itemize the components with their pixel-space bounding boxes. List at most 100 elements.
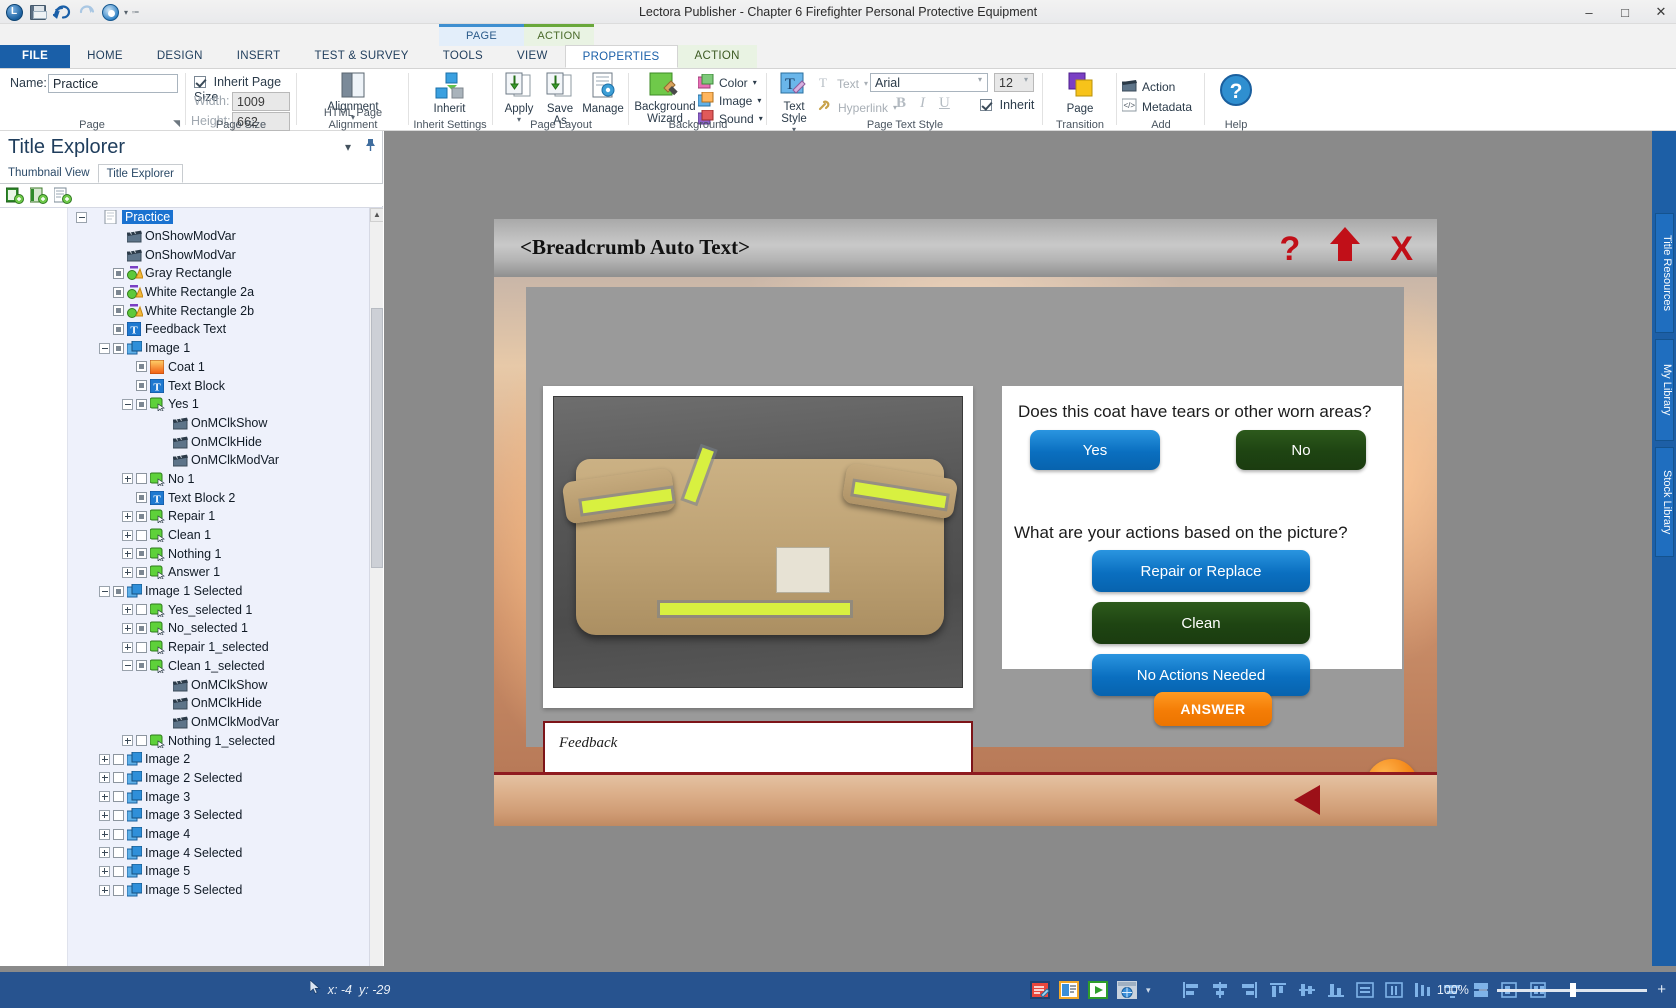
tree-item[interactable]: Image 5 [68, 862, 369, 881]
zoom-slider[interactable] [1497, 983, 1648, 997]
tree-item[interactable]: OnMClkModVar [68, 713, 369, 732]
tree-expander[interactable] [122, 548, 133, 560]
tree-visibility-checkbox[interactable] [113, 865, 124, 877]
tree-visibility-checkbox[interactable] [136, 660, 147, 672]
minimize-button[interactable]: – [1578, 5, 1600, 20]
tab-thumbnail-view[interactable]: Thumbnail View [0, 164, 98, 183]
tab-tools[interactable]: TOOLS [426, 45, 500, 68]
hyperlink-item[interactable]: Hyperlink ▾ [818, 98, 897, 117]
tree-visibility-checkbox[interactable] [113, 342, 124, 354]
background-color-item[interactable]: Color ▾ [697, 73, 757, 92]
tree-item[interactable]: Nothing 1_selected [68, 731, 369, 750]
tree-visibility-checkbox[interactable] [113, 323, 124, 335]
scroll-thumb[interactable] [371, 308, 383, 568]
tab-action[interactable]: ACTION [677, 45, 757, 68]
button-clean[interactable]: Clean [1092, 602, 1310, 644]
tree-item[interactable]: Coat 1 [68, 358, 369, 377]
tree-item[interactable]: Repair 1_selected [68, 638, 369, 657]
browser-preview-icon[interactable] [1117, 981, 1137, 999]
tree-visibility-checkbox[interactable] [136, 548, 147, 560]
tree-item[interactable]: OnMClkHide [68, 694, 369, 713]
tree-expander[interactable] [122, 735, 133, 747]
font-family-select[interactable] [870, 73, 988, 92]
tab-insert[interactable]: INSERT [220, 45, 298, 68]
tree-item[interactable]: Yes 1 [68, 395, 369, 414]
slide-canvas[interactable]: <Breadcrumb Auto Text> ? X Feedback Does… [494, 219, 1437, 826]
tab-design[interactable]: DESIGN [140, 45, 220, 68]
run-mode-icon[interactable] [1088, 981, 1108, 999]
close-button[interactable]: ✕ [1650, 4, 1672, 20]
tab-test-survey[interactable]: TEST & SURVEY [298, 45, 426, 68]
tree-visibility-checkbox[interactable] [113, 772, 124, 784]
title-explorer-tree[interactable]: Practice OnShowModVar OnShowModVar Gray Rec… [0, 207, 383, 1008]
close-icon[interactable]: X [1390, 229, 1413, 269]
tree-item[interactable]: Gray Rectangle [68, 264, 369, 283]
tree-expander[interactable] [99, 847, 110, 859]
add-metadata-item[interactable]: </> Metadata [1121, 97, 1192, 116]
maximize-button[interactable]: □ [1614, 5, 1636, 20]
tree-expander[interactable] [122, 660, 133, 672]
tree-visibility-checkbox[interactable] [113, 305, 124, 317]
text-dropdown-caret[interactable]: ▾ [864, 79, 868, 88]
tab-file[interactable]: FILE [0, 45, 71, 68]
inherit-button[interactable]: Inherit [412, 72, 487, 115]
rail-tab-my-library[interactable]: My Library [1655, 339, 1674, 441]
background-image-item[interactable]: Image ▾ [697, 91, 761, 110]
tree-item[interactable]: Answer 1 [68, 563, 369, 582]
tree-expander[interactable] [122, 529, 133, 541]
tree-visibility-checkbox[interactable] [113, 809, 124, 821]
tree-expander[interactable] [122, 641, 133, 653]
tree-visibility-checkbox[interactable] [136, 473, 147, 485]
tree-expander[interactable] [99, 772, 110, 784]
tree-expander[interactable] [122, 622, 133, 634]
tree-item[interactable]: Clean 1_selected [68, 657, 369, 676]
tree-item[interactable]: Image 5 Selected [68, 881, 369, 900]
tree-visibility-checkbox[interactable] [136, 641, 147, 653]
panel-collapse-icon[interactable]: ▾ [345, 140, 351, 154]
image-dropdown-caret[interactable]: ▾ [757, 96, 761, 105]
tree-expander[interactable] [99, 753, 110, 765]
tree-visibility-checkbox[interactable] [136, 604, 147, 616]
tree-expander[interactable] [122, 604, 133, 616]
tree-item[interactable]: Clean 1 [68, 526, 369, 545]
text-style-inherit-checkbox[interactable]: Inherit [980, 97, 1034, 112]
align-bottom-icon[interactable] [1326, 981, 1346, 999]
tree-item[interactable]: Image 4 Selected [68, 843, 369, 862]
tree-visibility-checkbox[interactable] [136, 361, 147, 373]
tree-visibility-checkbox[interactable] [136, 510, 147, 522]
tree-expander[interactable] [122, 510, 133, 522]
tree-item[interactable]: OnMClkHide [68, 432, 369, 451]
help-icon[interactable]: ? [1280, 229, 1301, 269]
tree-visibility-checkbox[interactable] [113, 286, 124, 298]
inherit-page-size-check[interactable] [194, 76, 206, 88]
dialog-launcher-icon[interactable]: ◥ [173, 118, 180, 129]
color-dropdown-caret[interactable]: ▾ [753, 78, 757, 87]
tree-visibility-checkbox[interactable] [113, 884, 124, 896]
tree-expander[interactable] [76, 211, 87, 223]
distribute-h-icon[interactable] [1384, 981, 1404, 999]
tree-item[interactable]: T Feedback Text [68, 320, 369, 339]
tree-item[interactable]: No_selected 1 [68, 619, 369, 638]
tree-item[interactable]: T Text Block [68, 376, 369, 395]
underline-button[interactable]: U [939, 95, 950, 112]
tree-item[interactable]: Practice [68, 208, 369, 227]
button-yes[interactable]: Yes [1030, 430, 1160, 470]
tree-visibility-checkbox[interactable] [113, 791, 124, 803]
tree-item[interactable]: Nothing 1 [68, 544, 369, 563]
tab-home[interactable]: HOME [70, 45, 140, 68]
tree-visibility-checkbox[interactable] [113, 585, 124, 597]
button-answer[interactable]: ANSWER [1154, 692, 1272, 726]
tree-item[interactable]: White Rectangle 2b [68, 301, 369, 320]
align-center-h-icon[interactable] [1210, 981, 1230, 999]
page-name-input[interactable] [48, 74, 178, 93]
tree-visibility-checkbox[interactable] [136, 529, 147, 541]
tree-item[interactable]: OnMClkShow [68, 675, 369, 694]
tree-item[interactable]: Image 3 Selected [68, 806, 369, 825]
zoom-out-button[interactable]: – [1479, 982, 1487, 997]
add-section-icon[interactable] [29, 187, 48, 204]
tree-visibility-checkbox[interactable] [136, 492, 147, 504]
edit-mode-icon[interactable] [1030, 981, 1050, 999]
apply-layout-button[interactable]: Apply ▾ [498, 72, 540, 124]
back-arrow-icon[interactable] [1294, 785, 1320, 815]
tree-expander[interactable] [99, 865, 110, 877]
